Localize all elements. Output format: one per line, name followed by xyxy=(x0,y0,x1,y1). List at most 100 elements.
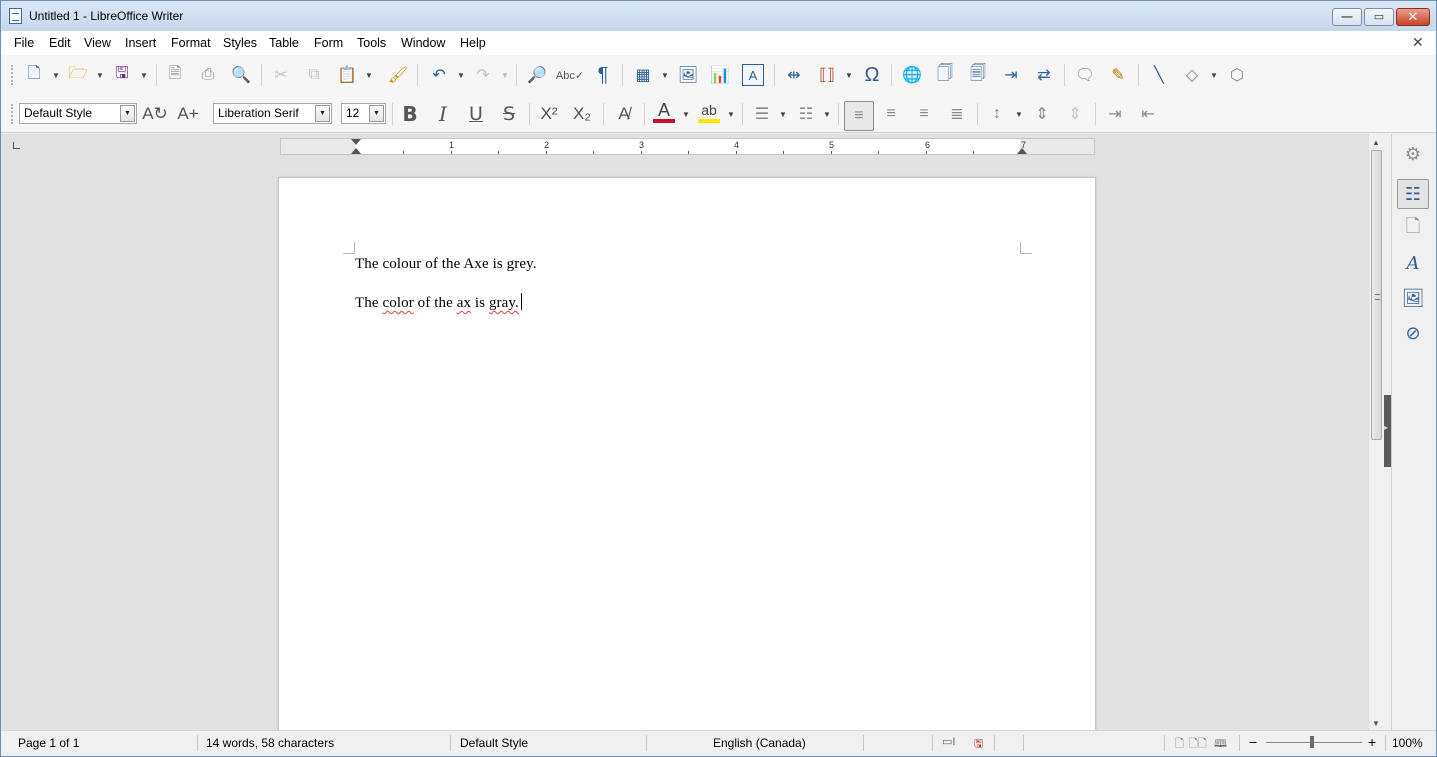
align-right-icon[interactable]: ≡ xyxy=(913,103,935,125)
redo-icon[interactable]: ↷ xyxy=(472,64,494,86)
menu-file[interactable]: File xyxy=(14,36,34,50)
print-icon[interactable]: ⎙ xyxy=(197,64,219,86)
sidebar-navigator-compass-icon[interactable]: ⊘ xyxy=(1397,318,1429,348)
page-break-icon[interactable]: ⇹ xyxy=(783,64,805,86)
sidebar-page-icon[interactable]: 🗋 xyxy=(1397,214,1429,244)
update-style-icon[interactable]: A↻ xyxy=(142,103,168,125)
redo-dropdown-icon[interactable]: ▼ xyxy=(501,65,509,85)
toolbar-grip[interactable] xyxy=(11,104,15,124)
page-count[interactable]: Page 1 of 1 xyxy=(18,736,79,750)
chevron-down-icon[interactable]: ▼ xyxy=(315,105,330,122)
undo-icon[interactable]: ↶ xyxy=(428,64,450,86)
horizontal-ruler[interactable]: 1 2 3 4 5 6 7 xyxy=(280,138,1095,155)
align-left-button[interactable]: ≡ xyxy=(844,101,874,131)
scrollbar-thumb[interactable] xyxy=(1371,150,1382,440)
document-page[interactable]: The colour of the Axe is grey. The color… xyxy=(278,177,1096,737)
minimize-button[interactable]: — xyxy=(1332,8,1362,26)
highlight-dropdown-icon[interactable]: ▼ xyxy=(727,104,735,124)
misspelled-word[interactable]: ax xyxy=(457,295,471,311)
font-color-dropdown-icon[interactable]: ▼ xyxy=(682,104,690,124)
draw-functions-icon[interactable]: ⬡ xyxy=(1226,64,1248,86)
close-window-button[interactable]: ✕ xyxy=(1396,8,1430,26)
cut-icon[interactable]: ✂ xyxy=(270,64,292,86)
zoom-slider-track[interactable] xyxy=(1266,742,1362,743)
field-dropdown-icon[interactable]: ▼ xyxy=(845,65,853,85)
font-name-combo[interactable]: Liberation Serif ▼ xyxy=(213,103,332,124)
endnote-icon[interactable]: 🗐 xyxy=(967,64,989,86)
bookmark-icon[interactable]: ⇥ xyxy=(1000,64,1022,86)
menu-format[interactable]: Format xyxy=(171,36,211,50)
subscript-button[interactable]: X₂ xyxy=(571,103,593,125)
open-dropdown-icon[interactable]: ▼ xyxy=(96,65,104,85)
sidebar-styles-icon[interactable]: A xyxy=(1397,248,1429,278)
chevron-down-icon[interactable]: ▼ xyxy=(369,105,384,122)
paragraph-2[interactable]: The color of the ax is gray. xyxy=(355,293,522,312)
scroll-up-icon[interactable]: ▲ xyxy=(1372,138,1380,147)
formatting-marks-icon[interactable]: ¶ xyxy=(592,64,614,86)
bold-button[interactable]: B xyxy=(399,102,421,126)
clone-formatting-icon[interactable]: 🖌 xyxy=(387,64,409,86)
menu-edit[interactable]: Edit xyxy=(49,36,71,50)
italic-button[interactable]: I xyxy=(432,102,454,126)
find-replace-icon[interactable]: 🔎 xyxy=(526,64,548,86)
undo-dropdown-icon[interactable]: ▼ xyxy=(457,65,465,85)
misspelled-word[interactable]: gray. xyxy=(489,295,519,311)
sidebar-properties-icon[interactable]: ☷ xyxy=(1397,179,1429,209)
special-character-icon[interactable]: Ω xyxy=(861,64,883,86)
paragraph-1[interactable]: The colour of the Axe is grey. xyxy=(355,256,537,273)
menu-styles[interactable]: Styles xyxy=(223,36,257,50)
menu-tools[interactable]: Tools xyxy=(357,36,386,50)
paste-dropdown-icon[interactable]: ▼ xyxy=(365,65,373,85)
superscript-button[interactable]: X² xyxy=(538,103,560,125)
sidebar-settings-gear-icon[interactable]: ⚙ xyxy=(1397,139,1429,169)
export-pdf-icon[interactable]: 🗎 xyxy=(164,64,186,86)
zoom-out-button[interactable]: − xyxy=(1249,734,1257,750)
open-folder-icon[interactable]: 🗁 xyxy=(67,64,89,86)
insert-image-icon[interactable]: 🖼 xyxy=(677,64,699,86)
misspelled-word[interactable]: color xyxy=(382,295,413,311)
document-modified-icon[interactable]: 🖫 xyxy=(974,735,983,754)
justify-icon[interactable]: ≣ xyxy=(946,103,968,125)
align-center-icon[interactable]: ≡ xyxy=(880,103,902,125)
insert-mode-icon[interactable]: ▭I xyxy=(942,735,955,748)
menu-window[interactable]: Window xyxy=(401,36,445,50)
book-view-icon[interactable]: 🕮 xyxy=(1214,735,1227,754)
decrease-indent-icon[interactable]: ⇤ xyxy=(1137,103,1159,125)
maximize-button[interactable]: ▭ xyxy=(1364,8,1394,26)
numbered-list-dropdown-icon[interactable]: ▼ xyxy=(823,104,831,124)
hyperlink-icon[interactable]: 🌐 xyxy=(901,64,923,86)
decrease-paragraph-spacing-icon[interactable]: ⇕ xyxy=(1064,103,1086,125)
increase-paragraph-spacing-icon[interactable]: ⇕ xyxy=(1031,103,1053,125)
bullet-list-icon[interactable]: ☰ xyxy=(751,103,773,125)
footnote-icon[interactable]: 🗍 xyxy=(934,64,956,86)
strikethrough-button[interactable]: S xyxy=(498,103,520,125)
sidebar-collapse-handle[interactable] xyxy=(1384,395,1391,467)
single-page-view-icon[interactable]: 🗋 xyxy=(1175,735,1184,754)
zoom-in-button[interactable]: + xyxy=(1368,734,1376,750)
new-document-icon[interactable]: 🗋 xyxy=(23,64,45,86)
highlight-color-icon[interactable]: ab xyxy=(698,101,720,123)
menu-help[interactable]: Help xyxy=(460,36,486,50)
tab-stop-selector[interactable] xyxy=(13,142,20,149)
left-indent-marker[interactable] xyxy=(351,148,361,154)
zoom-slider-thumb[interactable] xyxy=(1310,736,1314,748)
save-dropdown-icon[interactable]: ▼ xyxy=(140,65,148,85)
shapes-dropdown-icon[interactable]: ▼ xyxy=(1210,65,1218,85)
sidebar-gallery-icon[interactable]: 🖼 xyxy=(1397,283,1429,313)
increase-indent-icon[interactable]: ⇥ xyxy=(1104,103,1126,125)
font-size-combo[interactable]: 12 ▼ xyxy=(341,103,386,124)
text-language[interactable]: English (Canada) xyxy=(713,736,806,750)
chevron-down-icon[interactable]: ▼ xyxy=(120,105,135,122)
spelling-icon[interactable]: Abc✓ xyxy=(556,64,584,86)
paragraph-style-combo[interactable]: Default Style ▼ xyxy=(19,103,137,124)
insert-textbox-icon[interactable]: A xyxy=(742,64,764,86)
menu-insert[interactable]: Insert xyxy=(125,36,156,50)
menu-form[interactable]: Form xyxy=(314,36,343,50)
underline-button[interactable]: U xyxy=(465,103,487,125)
track-changes-icon[interactable]: ✎ xyxy=(1107,64,1129,86)
save-icon[interactable]: 🖫 xyxy=(111,64,133,86)
line-spacing-dropdown-icon[interactable]: ▼ xyxy=(1015,104,1023,124)
clear-formatting-icon[interactable]: A̸ xyxy=(613,103,635,125)
basic-shapes-icon[interactable]: ◇ xyxy=(1181,64,1203,86)
bullet-list-dropdown-icon[interactable]: ▼ xyxy=(779,104,787,124)
